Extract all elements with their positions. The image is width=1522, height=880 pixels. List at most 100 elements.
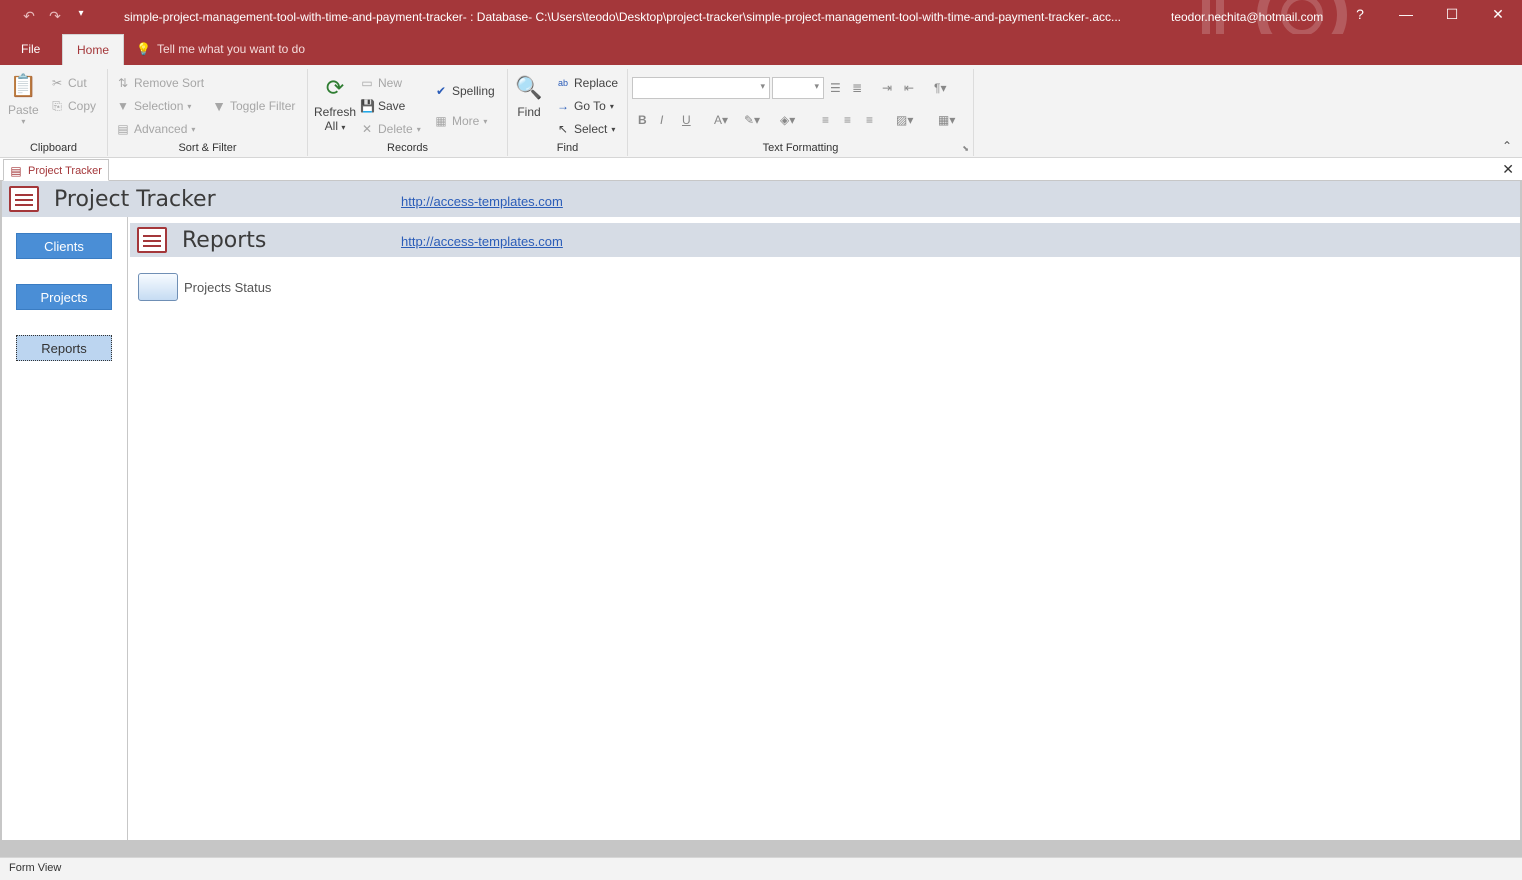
chevron-down-icon: ▾: [483, 116, 488, 126]
header-link[interactable]: http://access-templates.com: [401, 194, 563, 209]
form-icon: [9, 186, 39, 212]
save-button[interactable]: 💾 Save: [360, 99, 405, 113]
copy-icon: ⎘: [52, 99, 62, 113]
lightbulb-icon: 💡: [136, 42, 151, 56]
paste-button[interactable]: 📋 Paste ▾: [8, 71, 39, 126]
align-left-icon[interactable]: ≡: [822, 113, 829, 127]
align-center-icon[interactable]: ≡: [844, 113, 851, 127]
reports-button[interactable]: Reports: [16, 335, 112, 361]
report-item[interactable]: Projects Status: [138, 273, 271, 301]
font-color-icon[interactable]: A▾: [714, 113, 728, 127]
alternate-row-color-icon[interactable]: ▨▾: [896, 113, 913, 127]
report-form-icon: [137, 227, 167, 253]
chevron-down-icon: ▾: [341, 123, 346, 132]
goto-button[interactable]: → Go To ▾: [556, 99, 614, 113]
clipboard-label: Clipboard: [29, 142, 78, 154]
close-document-button[interactable]: ✕: [1502, 161, 1514, 178]
dialog-launcher-icon[interactable]: ⬊: [962, 144, 969, 153]
delete-icon: ✕: [361, 122, 373, 136]
bold-button[interactable]: B: [638, 113, 647, 127]
italic-button[interactable]: I: [660, 113, 663, 127]
funnel-icon: ▼: [212, 98, 226, 114]
new-record-button[interactable]: ▭ New: [360, 76, 402, 90]
maximize-button[interactable]: ☐: [1442, 6, 1462, 23]
scissors-icon: ✂: [51, 76, 63, 90]
cut-button[interactable]: ✂ Cut: [50, 76, 87, 90]
select-button[interactable]: ↖ Select ▾: [556, 122, 615, 136]
records-group: ⟳ Refresh All ▾ ▭ New 💾 Save ✕ Delete ▾ ✔ Spe…: [308, 69, 508, 156]
underline-button[interactable]: U: [682, 113, 691, 127]
advanced-button[interactable]: ▤ Advanced ▾: [116, 122, 195, 136]
spelling-check-icon: ✔: [435, 84, 447, 98]
clients-button[interactable]: Clients: [16, 233, 112, 259]
subform-title: Reports: [182, 228, 267, 253]
report-button-icon[interactable]: [138, 273, 178, 301]
sort-filter-group: ⇅ Remove Sort ▼ Selection ▾ ▤ Advanced ▾ ▼ Tog…: [108, 69, 308, 156]
chevron-down-icon: ▾: [21, 117, 26, 126]
advanced-filter-icon: ▤: [117, 122, 129, 136]
paste-icon: 📋: [9, 73, 38, 98]
ribbon-tabs: File Home 💡 Tell me what you want to do: [0, 34, 1522, 65]
toggle-filter-button[interactable]: ▼ Toggle Filter: [212, 99, 295, 113]
selection-button[interactable]: ▼ Selection ▾: [116, 99, 191, 113]
projects-button[interactable]: Projects: [16, 284, 112, 310]
form-view: Project Tracker http://access-templates.…: [0, 181, 1522, 840]
text-formatting-label: Text Formatting: [762, 142, 839, 154]
increase-indent-icon[interactable]: ⇥: [882, 81, 892, 95]
chevron-down-icon: ▾: [191, 124, 196, 134]
cursor-icon: ↖: [557, 122, 569, 136]
subform-link[interactable]: http://access-templates.com: [401, 234, 563, 249]
chevron-down-icon: ▾: [611, 124, 616, 134]
remove-sort-button[interactable]: ⇅ Remove Sort: [116, 76, 204, 90]
page-title: Project Tracker: [54, 187, 216, 212]
subform-header: Reports http://access-templates.com: [130, 223, 1520, 257]
refresh-icon: ⟳: [325, 75, 345, 100]
decrease-indent-icon[interactable]: ⇤: [904, 81, 914, 95]
chevron-down-icon: ▾: [416, 124, 421, 134]
highlight-icon[interactable]: ✎▾: [744, 113, 760, 127]
new-record-icon: ▭: [361, 76, 373, 90]
sort-filter-label: Sort & Filter: [178, 142, 237, 154]
refresh-all-button[interactable]: ⟳ Refresh All ▾: [314, 73, 356, 133]
text-formatting-group: ☰ ≣ ⇥ ⇤ ¶▾ B I U A▾ ✎▾ ◈▾ ≡ ≡ ≡ ▨▾ ▦▾ Te…: [628, 69, 974, 156]
redo-icon[interactable]: ↷: [46, 8, 64, 25]
font-size-combo[interactable]: [772, 77, 824, 99]
customize-qat-icon[interactable]: ▾: [72, 8, 90, 25]
collapse-ribbon-icon[interactable]: ⌃: [1502, 139, 1512, 153]
help-button[interactable]: ?: [1350, 6, 1370, 22]
tell-me-search[interactable]: 💡 Tell me what you want to do: [136, 42, 305, 56]
tell-me-label: Tell me what you want to do: [156, 42, 306, 56]
undo-icon[interactable]: ↶: [20, 8, 38, 25]
fill-color-icon[interactable]: ◈▾: [780, 113, 795, 127]
save-icon: 💾: [360, 99, 375, 113]
arrow-right-icon: →: [557, 99, 569, 113]
tab-home[interactable]: Home: [62, 34, 125, 65]
align-right-icon[interactable]: ≡: [866, 113, 873, 127]
spelling-button[interactable]: ✔ Spelling: [434, 84, 495, 98]
replace-button[interactable]: ab Replace: [556, 76, 618, 90]
find-group: 🔍 Find ab Replace → Go To ▾ ↖ Select ▾ Find: [508, 69, 628, 156]
copy-button[interactable]: ⎘ Copy: [50, 99, 96, 113]
tab-file[interactable]: File: [7, 34, 54, 65]
chevron-down-icon: ▾: [187, 101, 192, 111]
paragraph-direction-icon[interactable]: ¶▾: [934, 81, 946, 95]
gridlines-icon[interactable]: ▦▾: [938, 113, 955, 127]
document-tabs: ▤ Project Tracker ✕: [0, 158, 1522, 181]
account-name[interactable]: teodor.nechita@hotmail.com: [1171, 10, 1323, 24]
form-icon: ▤: [10, 164, 22, 178]
more-button[interactable]: ▦ More ▾: [434, 114, 487, 128]
minimize-button[interactable]: —: [1396, 6, 1416, 22]
numbered-list-icon[interactable]: ≣: [852, 81, 862, 95]
doc-tab-project-tracker[interactable]: ▤ Project Tracker: [3, 159, 109, 181]
form-header: Project Tracker http://access-templates.…: [2, 181, 1520, 217]
ribbon: 📋 Paste ▾ ✂ Cut ⎘ Copy Clipboard ⇅ Remove S…: [0, 65, 1522, 158]
close-button[interactable]: ✕: [1488, 6, 1508, 23]
clipboard-group: 📋 Paste ▾ ✂ Cut ⎘ Copy Clipboard: [0, 69, 108, 156]
quick-access-toolbar: ↶ ↷ ▾: [20, 8, 90, 25]
remove-sort-icon: ⇅: [117, 76, 129, 90]
replace-icon: ab: [557, 78, 568, 88]
delete-button[interactable]: ✕ Delete ▾: [360, 122, 421, 136]
font-name-combo[interactable]: [632, 77, 770, 99]
bullet-list-icon[interactable]: ☰: [830, 81, 841, 95]
find-button[interactable]: 🔍 Find: [514, 73, 544, 119]
